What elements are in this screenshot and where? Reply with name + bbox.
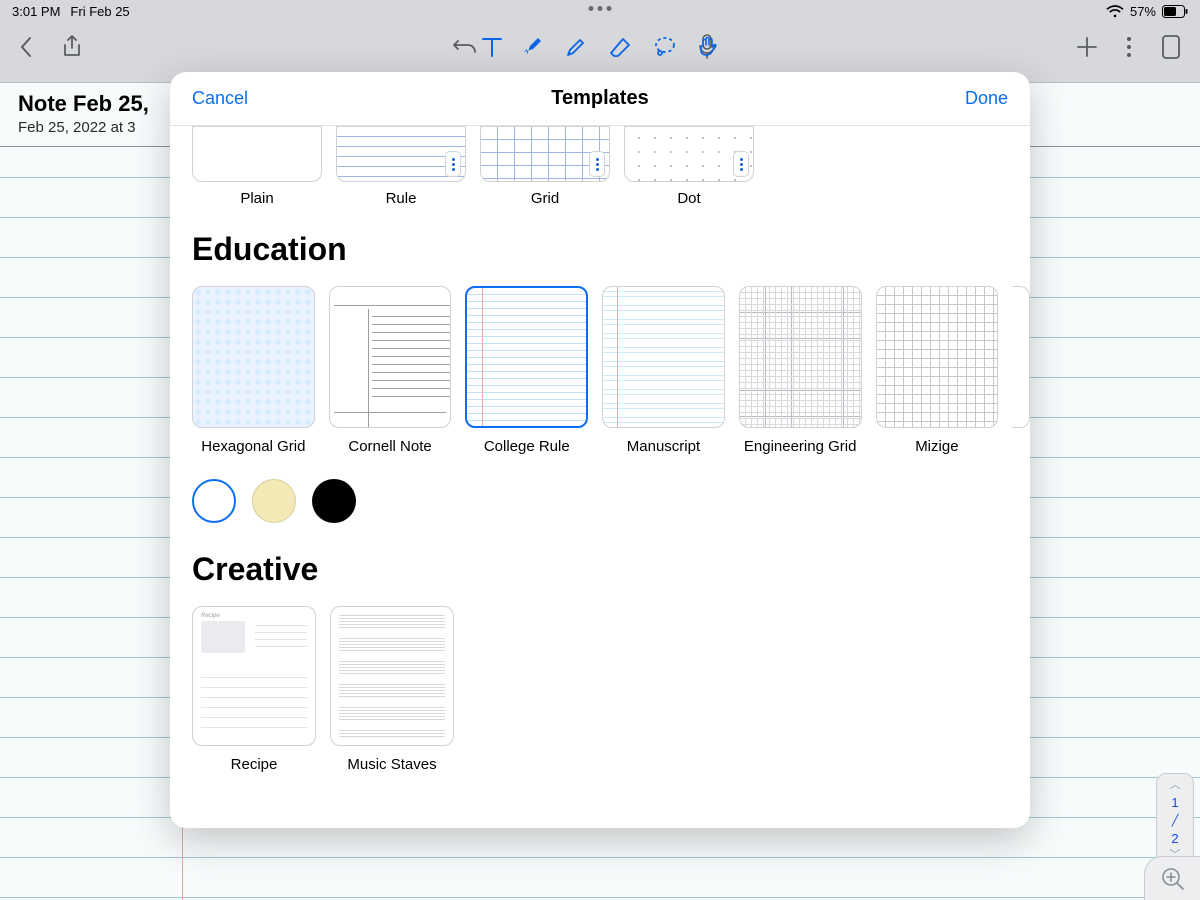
template-college-rule[interactable]: College Rule [465,286,588,455]
template-label: Engineering Grid [739,438,862,455]
template-label: Cornell Note [329,438,452,455]
battery-icon [1162,5,1188,18]
app-toolbar [0,22,1200,72]
page-indicator[interactable]: ︿ 1 ╱ 2 ﹀ [1156,773,1194,868]
template-rule-preview [336,126,466,182]
multitask-dots-icon[interactable] [589,6,612,11]
color-black[interactable] [312,479,356,523]
education-heading: Education [192,231,1030,268]
status-bar: 3:01 PM Fri Feb 25 57% [0,0,1200,22]
lasso-tool-icon[interactable] [653,35,677,59]
modal-header: Cancel Templates Done [170,72,1030,126]
modal-title: Templates [551,87,648,110]
template-label: Manuscript [602,438,725,455]
template-preview [465,286,588,428]
options-icon[interactable] [589,151,605,177]
highlighter-tool-icon[interactable] [565,35,589,59]
status-time: 3:01 PM [12,4,60,19]
wifi-icon [1106,5,1124,18]
zoom-button[interactable] [1144,856,1200,900]
color-cream[interactable] [252,479,296,523]
back-icon[interactable] [18,36,34,58]
template-label: Dot [624,190,754,207]
color-white[interactable] [192,479,236,523]
template-label: Grid [480,190,610,207]
template-preview: Recipe [192,606,316,746]
template-preview [192,286,315,428]
pen-tool-icon[interactable] [523,35,545,59]
text-tool-icon[interactable] [481,35,503,59]
template-preview [329,286,452,428]
template-grid-preview [480,126,610,182]
template-preview [330,606,454,746]
page-separator: ╱ [1172,814,1179,827]
add-icon[interactable] [1076,36,1098,58]
template-mizige[interactable]: Mizige [876,286,999,455]
template-recipe[interactable]: Recipe Recipe [192,606,316,773]
options-icon[interactable] [733,151,749,177]
template-plain[interactable]: Plain [192,126,322,207]
template-engineering-grid[interactable]: Engineering Grid [739,286,862,455]
template-preview [876,286,999,428]
template-label: Rule [336,190,466,207]
hand-tool-icon[interactable] [697,35,719,59]
color-swatches [192,479,1030,523]
cancel-button[interactable]: Cancel [192,88,248,109]
page-total: 2 [1171,831,1178,846]
template-plain-preview [192,126,322,182]
modal-body[interactable]: Plain Rule Grid Dot Education [170,126,1030,828]
template-preview [602,286,725,428]
template-label: Recipe [192,756,316,773]
template-cornell-note[interactable]: Cornell Note [329,286,452,455]
template-label: Music Staves [330,756,454,773]
chevron-up-icon[interactable]: ︿ [1170,780,1181,791]
options-icon[interactable] [445,151,461,177]
next-template-peek[interactable] [1012,286,1030,428]
battery-percent: 57% [1130,4,1156,19]
tool-picker [481,35,719,59]
template-label: Mizige [876,438,999,455]
done-button[interactable]: Done [965,88,1008,109]
template-manuscript[interactable]: Manuscript [602,286,725,455]
template-label: College Rule [465,438,588,455]
status-date: Fri Feb 25 [70,4,129,19]
template-label: Plain [192,190,322,207]
creative-heading: Creative [192,551,1030,588]
templates-modal: Cancel Templates Done Plain Rule Grid [170,72,1030,828]
share-icon[interactable] [62,35,82,59]
creative-row: Recipe Recipe Music Staves [192,606,1030,773]
template-dot[interactable]: Dot [624,126,754,207]
education-row: Hexagonal Grid Cornell Note College Rule… [192,286,1030,455]
pages-icon[interactable] [1160,34,1182,60]
basic-templates-row: Plain Rule Grid Dot [192,126,1030,207]
page-current: 1 [1171,795,1178,810]
template-rule[interactable]: Rule [336,126,466,207]
template-music-staves[interactable]: Music Staves [330,606,454,773]
template-dot-preview [624,126,754,182]
more-vertical-icon[interactable] [1126,36,1132,58]
template-preview [739,286,862,428]
eraser-tool-icon[interactable] [609,35,633,59]
template-grid[interactable]: Grid [480,126,610,207]
template-hexagonal-grid[interactable]: Hexagonal Grid [192,286,315,455]
template-label: Hexagonal Grid [192,438,315,455]
undo-icon[interactable] [452,38,478,56]
